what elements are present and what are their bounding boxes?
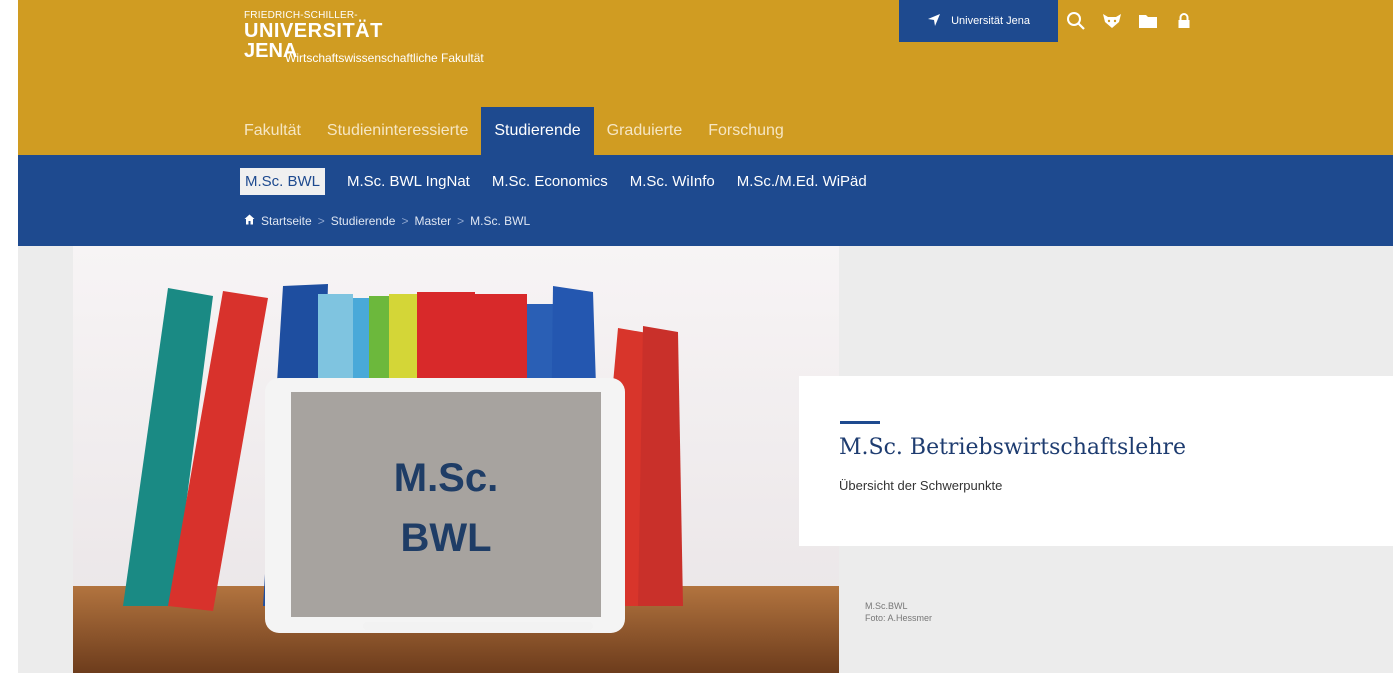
subnav-msc-wiinfo[interactable]: M.Sc. WiInfo (630, 168, 715, 195)
location-arrow-icon (927, 13, 941, 30)
login-button[interactable] (1166, 0, 1202, 42)
utility-bar: Universität Jena (899, 0, 1202, 42)
university-jena-button[interactable]: Universität Jena (899, 0, 1058, 42)
breadcrumb-current: M.Sc. BWL (470, 214, 531, 228)
tablet-text-line-1: M.Sc. (394, 456, 498, 500)
fox-button[interactable] (1094, 0, 1130, 42)
university-jena-label: Universität Jena (951, 15, 1030, 27)
nav-forschung[interactable]: Forschung (695, 107, 797, 155)
university-logo[interactable]: FRIEDRICH-SCHILLER- UNIVERSITÄT JENA Wir… (244, 10, 484, 65)
search-button[interactable] (1058, 0, 1094, 42)
search-icon (1067, 12, 1085, 30)
nav-studieninteressierte[interactable]: Studieninteressierte (314, 107, 481, 155)
subnav-msc-bwl[interactable]: M.Sc. BWL (240, 168, 326, 195)
tablet-text-line-2: BWL (400, 516, 491, 560)
breadcrumb-separator: > (401, 214, 409, 228)
subnav-msc-bwl-ingnat[interactable]: M.Sc. BWL IngNat (347, 168, 470, 195)
photo-credit: Foto: A.Hessmer (865, 613, 933, 623)
page-subtitle: Übersicht der Schwerpunkte (839, 478, 1003, 493)
section-navigation: M.Sc. BWL M.Sc. BWL IngNat M.Sc. Economi… (18, 155, 1393, 246)
faculty-name: Wirtschaftswissenschaftliche Fakultät (285, 51, 484, 65)
breadcrumb-master[interactable]: Master (414, 214, 451, 228)
header: FRIEDRICH-SCHILLER- UNIVERSITÄT JENA Wir… (18, 0, 1393, 155)
image-caption: M.Sc.BWL (865, 601, 908, 611)
nav-fakultaet[interactable]: Fakultät (231, 107, 314, 155)
subnav-msc-economics[interactable]: M.Sc. Economics (492, 168, 608, 195)
home-icon (244, 214, 255, 228)
breadcrumb-studierende[interactable]: Studierende (331, 214, 396, 228)
folder-icon (1139, 15, 1157, 28)
nav-graduierte[interactable]: Graduierte (594, 107, 696, 155)
page: FRIEDRICH-SCHILLER- UNIVERSITÄT JENA Wir… (18, 0, 1393, 673)
breadcrumb: Startseite > Studierende > Master > M.Sc… (244, 214, 530, 228)
image-credit: M.Sc.BWL Foto: A.Hessmer (865, 600, 932, 624)
sub-navigation: M.Sc. BWL M.Sc. BWL IngNat M.Sc. Economi… (240, 168, 867, 195)
logo-line-2: UNIVERSITÄT (244, 20, 383, 42)
intro-card: M.Sc. Betriebswirtschaftslehre Übersicht… (799, 376, 1393, 546)
breadcrumb-separator: > (457, 214, 465, 228)
subnav-msc-med-wipaed[interactable]: M.Sc./M.Ed. WiPäd (737, 168, 867, 195)
title-accent-bar (840, 421, 880, 424)
fox-icon (1103, 14, 1121, 28)
nav-studierende[interactable]: Studierende (481, 107, 594, 155)
breadcrumb-home[interactable]: Startseite (261, 214, 312, 228)
folder-button[interactable] (1130, 0, 1166, 42)
page-title: M.Sc. Betriebswirtschaftslehre (839, 435, 1187, 460)
breadcrumb-separator: > (317, 214, 325, 228)
main-navigation: Fakultät Studieninteressierte Studierend… (231, 107, 797, 155)
hero-image: M.Sc. BWL (73, 246, 839, 673)
lock-icon (1178, 13, 1190, 28)
books-tablet-illustration: M.Sc. BWL (73, 246, 839, 673)
